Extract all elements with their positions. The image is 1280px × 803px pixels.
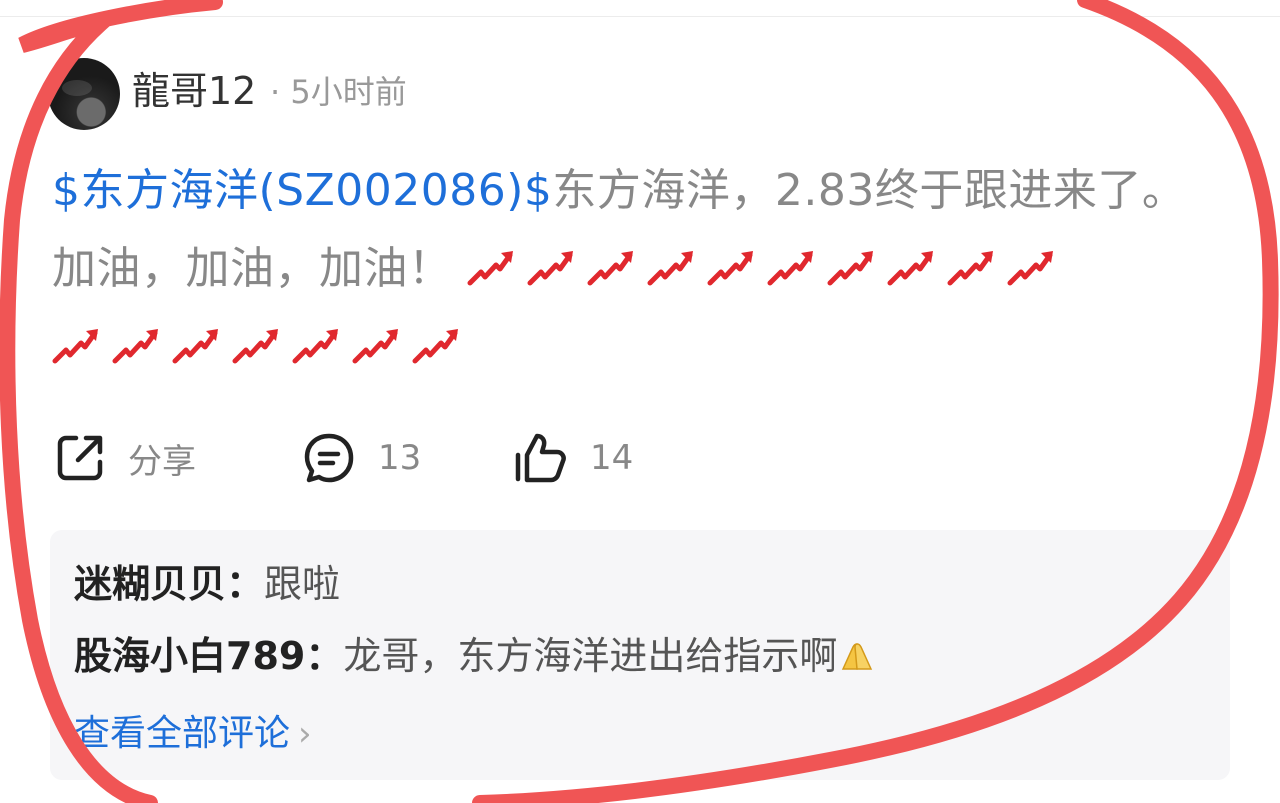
comment-text: 龙哥，东方海洋进出给指示啊 <box>343 634 838 678</box>
view-all-comments-link[interactable]: 查看全部评论 › <box>74 710 312 758</box>
chart-increasing-icon <box>352 329 398 364</box>
chart-increasing-icon <box>1007 251 1053 286</box>
chart-increasing-icon <box>647 251 693 286</box>
thumbs-up-icon <box>515 433 566 483</box>
post-content: $东方海洋(SZ002086)$东方海洋，2.83终于跟进来了。加油，加油，加油… <box>52 152 1222 386</box>
comment-text: 跟啦 <box>264 562 341 606</box>
chart-increasing-icon <box>172 329 218 364</box>
comment-count: 13 <box>378 438 422 478</box>
chevron-right-icon: › <box>298 714 312 754</box>
like-count: 14 <box>590 438 634 478</box>
like-button[interactable]: 14 <box>512 428 633 488</box>
chart-increasing-icon <box>52 329 98 364</box>
comment-button[interactable]: 13 <box>302 428 421 488</box>
chart-increasing-icon <box>112 329 158 364</box>
folded-hands-icon <box>842 643 873 670</box>
stock-tag-link[interactable]: $东方海洋(SZ002086)$ <box>52 165 552 216</box>
comment-item[interactable]: 迷糊贝贝：跟啦 <box>74 560 340 608</box>
chart-increasing-icon <box>292 329 338 364</box>
chart-increasing-icon <box>527 251 573 286</box>
avatar[interactable] <box>48 58 120 130</box>
post-time: · 5小时前 <box>270 73 407 111</box>
chart-increasing-icon <box>232 329 278 364</box>
view-all-label: 查看全部评论 <box>74 713 291 754</box>
emoji-row-1 <box>453 243 1068 294</box>
top-divider <box>0 16 1280 17</box>
comment-preview-box: 迷糊贝贝：跟啦 股海小白789：龙哥，东方海洋进出给指示啊 查看全部评论 › <box>50 530 1230 780</box>
comment-author[interactable]: 股海小白789： <box>74 634 343 678</box>
chart-increasing-icon <box>707 251 753 286</box>
chart-increasing-icon <box>767 251 813 286</box>
comment-item[interactable]: 股海小白789：龙哥，东方海洋进出给指示啊 <box>74 632 877 680</box>
share-button[interactable]: 分享 <box>54 428 196 488</box>
comment-icon <box>304 433 354 483</box>
action-bar: 分享 13 14 <box>54 428 754 488</box>
share-label: 分享 <box>128 441 196 482</box>
share-icon <box>57 435 103 481</box>
chart-increasing-icon <box>467 251 513 286</box>
chart-increasing-icon <box>827 251 873 286</box>
chart-increasing-icon <box>412 329 458 364</box>
chart-increasing-icon <box>587 251 633 286</box>
comment-author[interactable]: 迷糊贝贝： <box>74 562 264 606</box>
chart-increasing-icon <box>947 251 993 286</box>
emoji-row-2 <box>52 308 1222 386</box>
chart-increasing-icon <box>887 251 933 286</box>
author-name[interactable]: 龍哥12 <box>132 66 256 116</box>
